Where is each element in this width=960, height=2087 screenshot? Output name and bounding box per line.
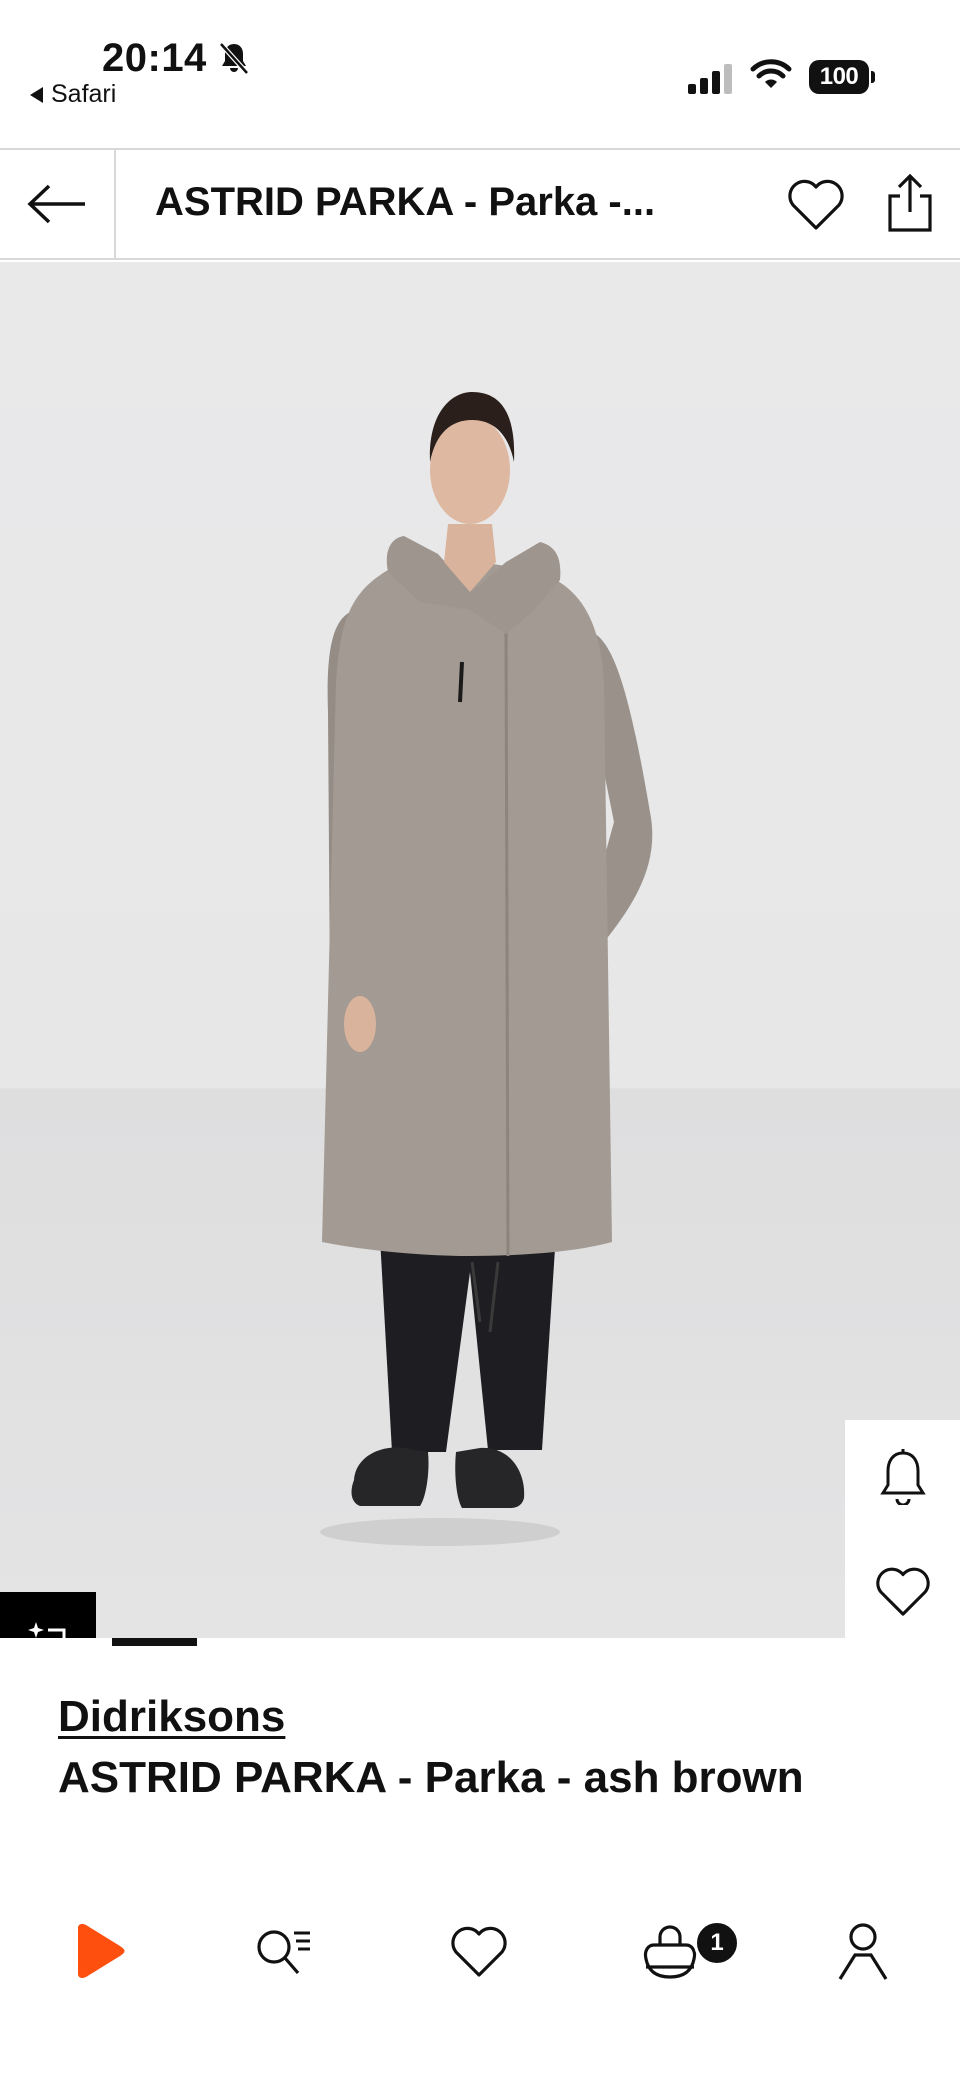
heart-icon[interactable] xyxy=(786,176,846,232)
home-icon xyxy=(78,1924,125,1978)
back-triangle-icon xyxy=(30,86,43,103)
bottom-nav xyxy=(0,1886,960,2016)
signal-icon xyxy=(688,64,732,94)
notify-button[interactable] xyxy=(845,1420,960,1534)
arrow-left-icon xyxy=(27,184,85,224)
heart-outline-icon xyxy=(875,1567,930,1616)
wishlist-side-button[interactable] xyxy=(845,1534,960,1648)
image-progress-track xyxy=(112,1638,788,1646)
bell-off-icon xyxy=(219,42,249,75)
cart-icon xyxy=(643,1925,697,1979)
side-actions xyxy=(845,1420,960,1648)
cart-count-badge: 1 xyxy=(694,1920,740,1966)
nav-account[interactable] xyxy=(818,1906,908,1996)
nav-wishlist[interactable] xyxy=(434,1906,524,1996)
compare-icon xyxy=(28,1622,66,1638)
app-header: ASTRID PARKA - Parka -... xyxy=(0,148,960,260)
back-to-safari[interactable]: Safari xyxy=(30,80,116,109)
brand-link[interactable]: Didriksons xyxy=(58,1692,285,1742)
battery-nub xyxy=(871,71,875,83)
battery-level: 100 xyxy=(809,60,869,94)
search-icon xyxy=(257,1930,310,1975)
similar-items-button[interactable] xyxy=(0,1592,96,1638)
image-progress-bar xyxy=(112,1638,197,1646)
back-app-label: Safari xyxy=(51,80,117,108)
bell-icon xyxy=(879,1449,926,1505)
product-name: ASTRID PARKA - Parka - ash brown xyxy=(58,1753,804,1802)
product-image-gallery[interactable] xyxy=(0,262,960,1638)
nav-home[interactable] xyxy=(52,1906,142,1996)
wifi-icon xyxy=(750,59,792,88)
page-title: ASTRID PARKA - Parka -... xyxy=(155,180,656,224)
wishlist-icon xyxy=(451,1926,507,1977)
account-icon xyxy=(838,1923,888,1980)
status-bar: 20:14 Safari 100 xyxy=(0,0,960,148)
battery-icon: 100 xyxy=(809,60,875,94)
share-icon[interactable] xyxy=(884,172,936,234)
product-photo xyxy=(320,392,653,1546)
back-button[interactable] xyxy=(0,150,116,258)
nav-search[interactable] xyxy=(240,1906,330,1996)
status-time: 20:14 xyxy=(102,36,207,80)
